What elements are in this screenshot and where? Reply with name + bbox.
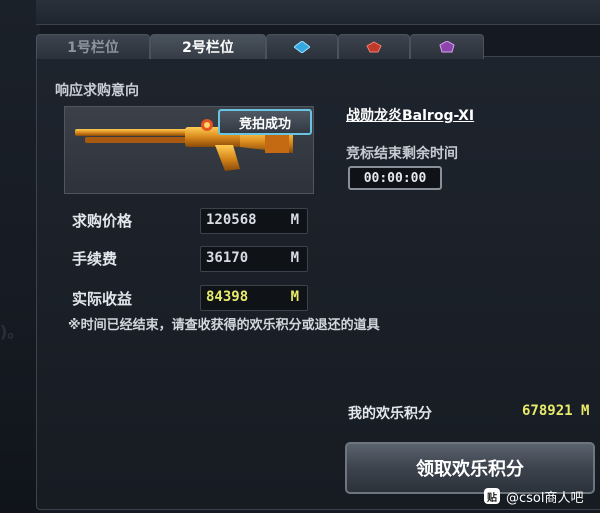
red-gem-icon [366,41,382,53]
purple-gem-icon [439,41,455,53]
actual-income-value: 84398 [206,289,249,305]
purchase-price-unit: M [290,212,299,228]
time-ended-notice: ※时间已经结束，请查收获得的欢乐积分或退还的道具 [68,318,380,333]
watermark: 贴 @csol商人吧 [484,486,584,506]
watermark-text: @csol商人吧 [506,490,584,506]
timer-label: 竞标结束剩余时间 [346,146,458,162]
fee-field: 36170 M [200,246,308,272]
tab-blue-gem[interactable] [266,34,338,59]
tab-slot-1[interactable]: 1号栏位 [36,34,150,59]
purchase-price-value: 120568 [206,212,257,228]
tab-red-gem[interactable] [338,34,410,59]
actual-income-field: 84398 M [200,285,308,311]
section-title: 响应求购意向 [55,83,139,99]
top-strip [36,0,600,25]
actual-income-label: 实际收益 [72,290,133,308]
actual-income-unit: M [290,289,299,305]
purchase-price-field: 120568 M [200,208,308,234]
tab-purple-gem[interactable] [410,34,484,59]
auction-success-badge: 竞拍成功 [218,109,312,135]
fee-value: 36170 [206,250,249,266]
fee-label: 手续费 [72,250,118,268]
right-edge [600,0,608,513]
countdown-timer: 00:00:00 [348,166,442,190]
background-ghost-text: )。 [0,322,24,341]
tab-slot-2[interactable]: 2号栏位 [150,34,266,59]
points-value: 678921 M [522,403,590,419]
points-label: 我的欢乐积分 [348,406,432,422]
item-name[interactable]: 战勋龙炎Balrog-XI [346,105,474,125]
tieba-icon: 贴 [484,488,500,504]
blue-gem-icon [294,41,310,53]
purchase-price-label: 求购价格 [72,212,133,230]
left-background [0,0,40,513]
fee-unit: M [290,250,299,266]
